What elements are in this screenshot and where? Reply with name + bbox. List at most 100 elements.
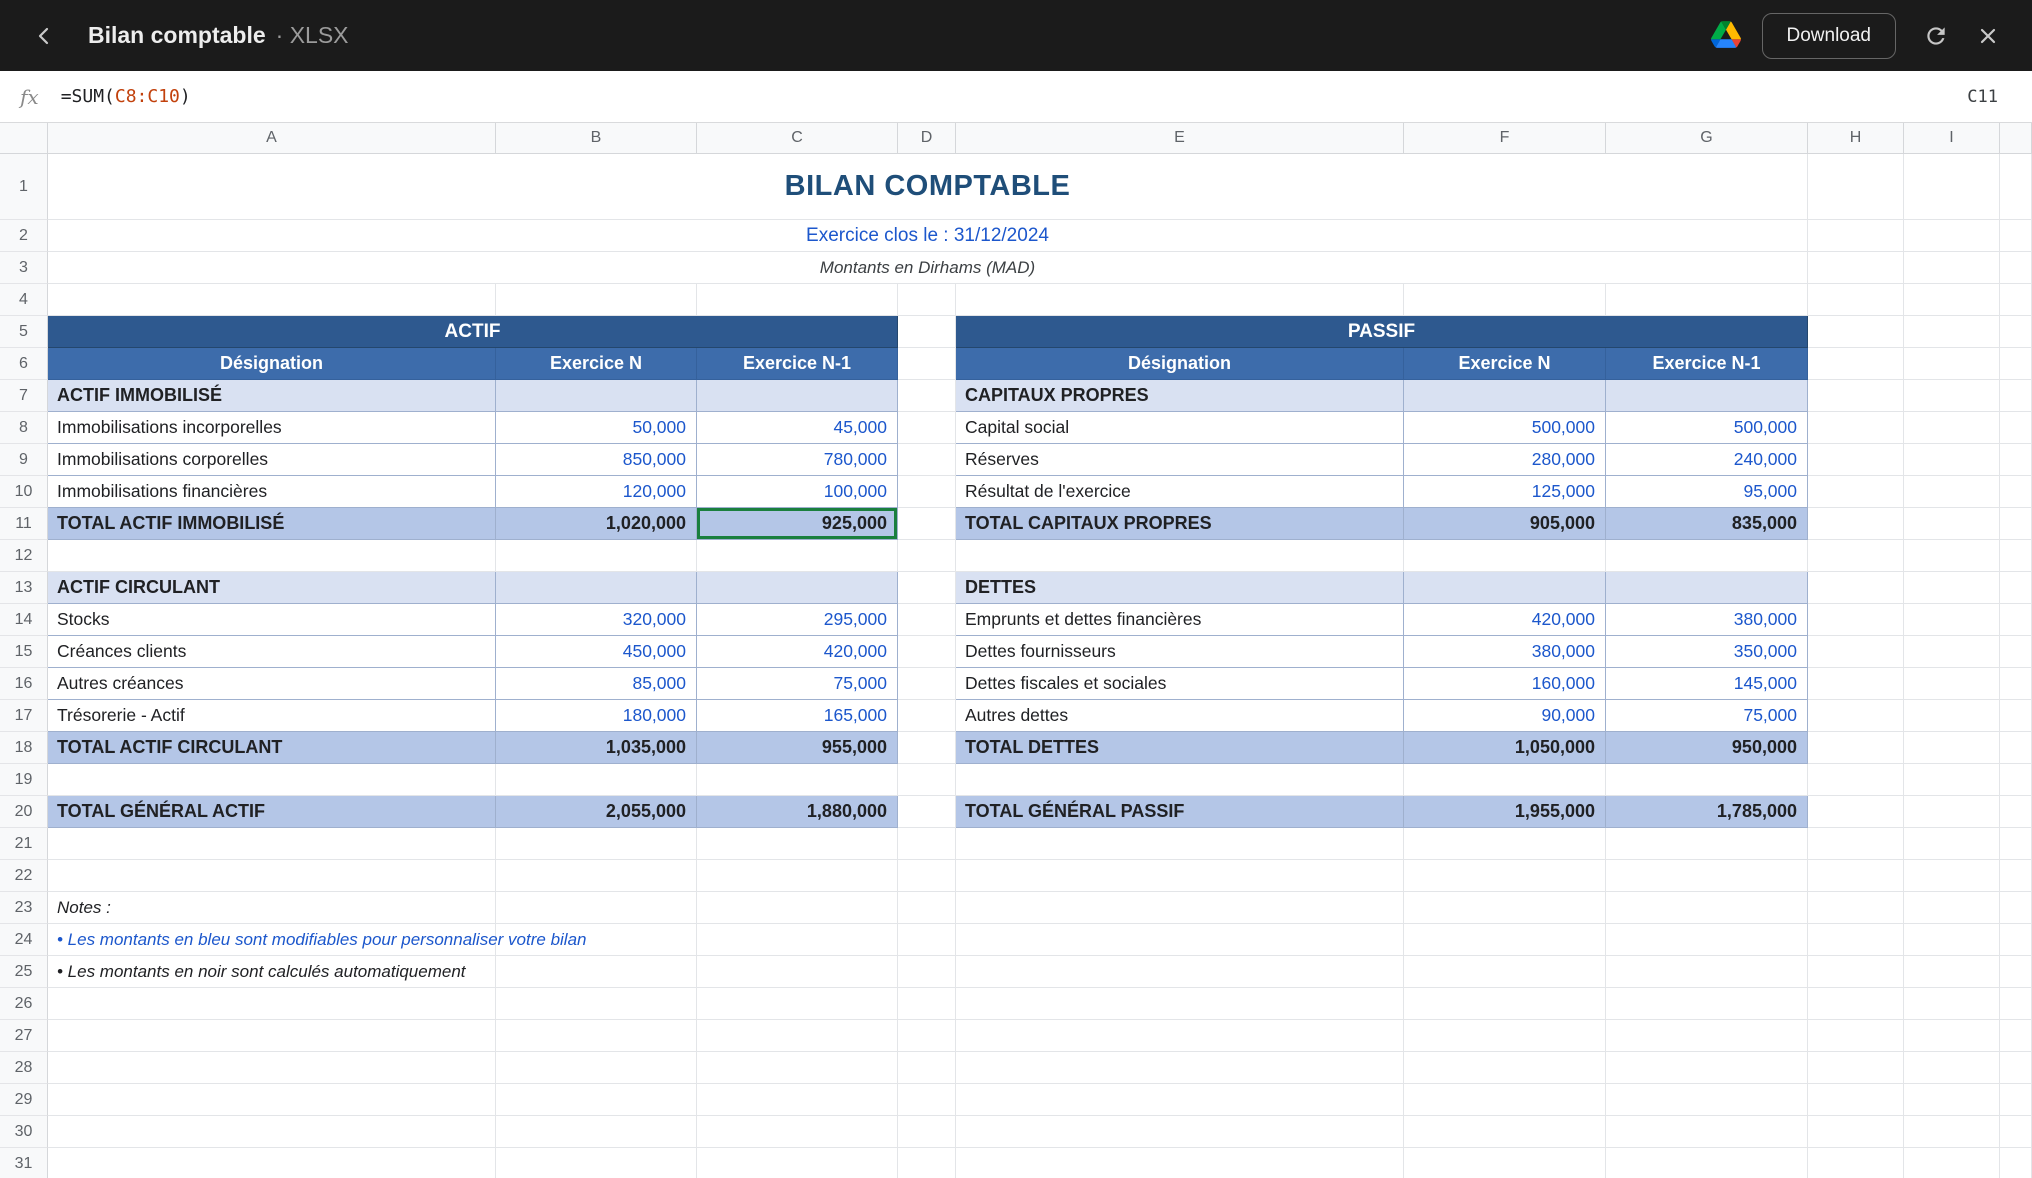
cell-H12[interactable] [1808,540,1904,572]
column-header-G[interactable]: G [1606,123,1808,154]
cell-I7[interactable] [1904,380,2000,412]
cell-E6[interactable]: Désignation [956,348,1404,380]
row-header-23[interactable]: 23 [0,892,48,924]
cell-H7[interactable] [1808,380,1904,412]
cell-I1[interactable] [1904,154,2000,220]
open-in-drive-button[interactable] [1704,14,1748,58]
cell-I18[interactable] [1904,732,2000,764]
row-header-15[interactable]: 15 [0,636,48,668]
cell-B15[interactable]: 450,000 [496,636,697,668]
cell-G19[interactable] [1606,764,1808,796]
row-header-2[interactable]: 2 [0,220,48,252]
row-header-9[interactable]: 9 [0,444,48,476]
cell-D4[interactable] [898,284,956,316]
cell-x3[interactable] [2000,252,2032,284]
cell-E4[interactable] [956,284,1404,316]
column-header-D[interactable]: D [898,123,956,154]
row-header-19[interactable]: 19 [0,764,48,796]
row-header-27[interactable]: 27 [0,1020,48,1052]
cell-B25[interactable] [496,956,697,988]
cell-C11[interactable]: 925,000 [697,508,898,540]
row-header-25[interactable]: 25 [0,956,48,988]
cell-E26[interactable] [956,988,1404,1020]
cell-H31[interactable] [1808,1148,1904,1178]
cell-C15[interactable]: 420,000 [697,636,898,668]
column-header-A[interactable]: A [48,123,496,154]
cell-I28[interactable] [1904,1052,2000,1084]
cell-F15[interactable]: 380,000 [1404,636,1606,668]
cell-G18[interactable]: 950,000 [1606,732,1808,764]
cell-G20[interactable]: 1,785,000 [1606,796,1808,828]
cell-B8[interactable]: 50,000 [496,412,697,444]
row-header-10[interactable]: 10 [0,476,48,508]
cell-D16[interactable] [898,668,956,700]
cell-D30[interactable] [898,1116,956,1148]
cell-H2[interactable] [1808,220,1904,252]
cell-I23[interactable] [1904,892,2000,924]
cell-B9[interactable]: 850,000 [496,444,697,476]
cell-F8[interactable]: 500,000 [1404,412,1606,444]
row-header-4[interactable]: 4 [0,284,48,316]
cell-A23[interactable]: Notes : [48,892,496,924]
cell-C18[interactable]: 955,000 [697,732,898,764]
cell-A12[interactable] [48,540,496,572]
cell-D14[interactable] [898,604,956,636]
cell-D17[interactable] [898,700,956,732]
cell-H21[interactable] [1808,828,1904,860]
cell-B27[interactable] [496,1020,697,1052]
cell-E17[interactable]: Autres dettes [956,700,1404,732]
row-header-8[interactable]: 8 [0,412,48,444]
cell-I19[interactable] [1904,764,2000,796]
cell-C24[interactable] [697,924,898,956]
cell-H4[interactable] [1808,284,1904,316]
cell-I3[interactable] [1904,252,2000,284]
cell-A7[interactable]: ACTIF IMMOBILISÉ [48,380,496,412]
cell-E25[interactable] [956,956,1404,988]
cell-D13[interactable] [898,572,956,604]
cell-F24[interactable] [1404,924,1606,956]
formula-input[interactable]: =SUM(C8:C10) [61,86,191,107]
cell-A25[interactable]: • Les montants en noir sont calculés aut… [48,956,496,988]
cell-I6[interactable] [1904,348,2000,380]
cell-F16[interactable]: 160,000 [1404,668,1606,700]
cell-I30[interactable] [1904,1116,2000,1148]
cell-x23[interactable] [2000,892,2032,924]
row-header-16[interactable]: 16 [0,668,48,700]
cell-F21[interactable] [1404,828,1606,860]
cell-C25[interactable] [697,956,898,988]
cell-C30[interactable] [697,1116,898,1148]
cell-G12[interactable] [1606,540,1808,572]
cell-G28[interactable] [1606,1052,1808,1084]
cell-C26[interactable] [697,988,898,1020]
cell-C21[interactable] [697,828,898,860]
cell-B17[interactable]: 180,000 [496,700,697,732]
cell-D18[interactable] [898,732,956,764]
cell-A15[interactable]: Créances clients [48,636,496,668]
row-header-31[interactable]: 31 [0,1148,48,1178]
cell-D7[interactable] [898,380,956,412]
cell-D11[interactable] [898,508,956,540]
cell-x22[interactable] [2000,860,2032,892]
cell-D5[interactable] [898,316,956,348]
cell-D25[interactable] [898,956,956,988]
cell-I5[interactable] [1904,316,2000,348]
cell-G11[interactable]: 835,000 [1606,508,1808,540]
cell-E29[interactable] [956,1084,1404,1116]
cell-I10[interactable] [1904,476,2000,508]
cell-C9[interactable]: 780,000 [697,444,898,476]
cell-C7[interactable] [697,380,898,412]
cell-E16[interactable]: Dettes fiscales et sociales [956,668,1404,700]
cell-B16[interactable]: 85,000 [496,668,697,700]
cell-A17[interactable]: Trésorerie - Actif [48,700,496,732]
cell-I17[interactable] [1904,700,2000,732]
cell-H14[interactable] [1808,604,1904,636]
cell-I24[interactable] [1904,924,2000,956]
cell-I26[interactable] [1904,988,2000,1020]
cell-D12[interactable] [898,540,956,572]
cell-A29[interactable] [48,1084,496,1116]
cell-x24[interactable] [2000,924,2032,956]
cell-I22[interactable] [1904,860,2000,892]
cell-G10[interactable]: 95,000 [1606,476,1808,508]
cell-A11[interactable]: TOTAL ACTIF IMMOBILISÉ [48,508,496,540]
row-header-22[interactable]: 22 [0,860,48,892]
